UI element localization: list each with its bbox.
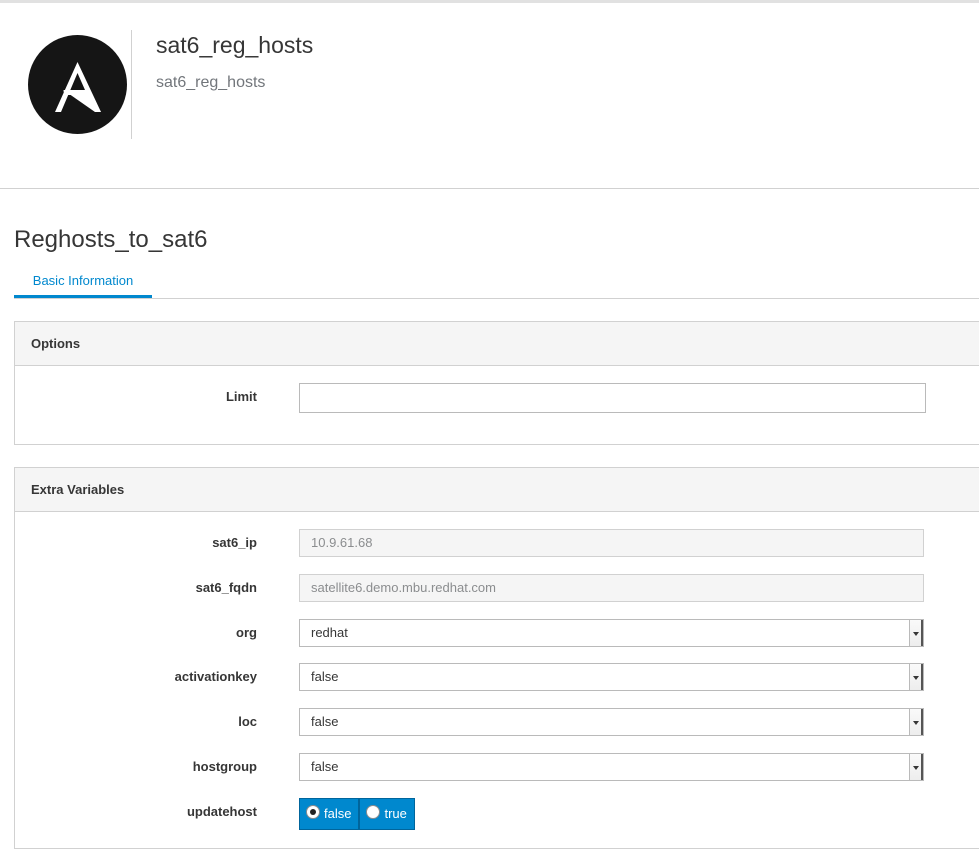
chevron-down-icon[interactable] bbox=[909, 620, 923, 646]
activationkey-label: activationkey bbox=[174, 669, 257, 684]
loc-select-value: false bbox=[311, 714, 339, 729]
org-select[interactable]: redhat bbox=[299, 619, 924, 647]
ansible-logo-icon bbox=[28, 35, 127, 134]
updatehost-option-false[interactable]: false bbox=[299, 798, 360, 830]
updatehost-label: updatehost bbox=[186, 804, 257, 819]
limit-input[interactable] bbox=[299, 383, 926, 413]
hostgroup-select-value: false bbox=[311, 759, 339, 774]
updatehost-option-true[interactable]: true bbox=[359, 798, 415, 830]
sat6-fqdn-field: satellite6.demo.mbu.redhat.com bbox=[299, 574, 924, 602]
updatehost-option-false-label: false bbox=[324, 806, 352, 821]
extra-variables-panel: Extra Variables sat6_ip 10.9.61.68 sat6_… bbox=[14, 467, 979, 849]
options-panel: Options Limit bbox=[14, 321, 979, 445]
org-select-value: redhat bbox=[311, 625, 348, 640]
radio-unchecked-icon[interactable] bbox=[366, 805, 381, 819]
sat6-fqdn-row: sat6_fqdn satellite6.demo.mbu.redhat.com bbox=[15, 574, 979, 602]
header-title: sat6_reg_hosts bbox=[156, 32, 314, 58]
extra-variables-heading: Extra Variables bbox=[15, 468, 979, 512]
sat6-ip-field: 10.9.61.68 bbox=[299, 529, 924, 557]
hostgroup-label: hostgroup bbox=[192, 759, 257, 774]
hostgroup-select[interactable]: false bbox=[299, 753, 924, 781]
hostgroup-row: hostgroup false bbox=[15, 753, 979, 781]
tab-basic-information[interactable]: Basic Information bbox=[14, 268, 152, 298]
sat6-ip-row: sat6_ip 10.9.61.68 bbox=[15, 529, 979, 557]
limit-row: Limit bbox=[15, 383, 979, 413]
chevron-down-icon[interactable] bbox=[909, 754, 923, 780]
options-heading: Options bbox=[15, 322, 979, 366]
tab-bar: Basic Information bbox=[14, 268, 979, 299]
header: sat6_reg_hosts sat6_reg_hosts bbox=[0, 3, 979, 189]
org-label: org bbox=[236, 625, 257, 640]
updatehost-row: updatehost false true bbox=[15, 798, 979, 830]
sat6-fqdn-label: sat6_fqdn bbox=[195, 580, 257, 595]
header-divider bbox=[131, 30, 132, 139]
sat6-ip-label: sat6_ip bbox=[212, 535, 257, 550]
chevron-down-icon[interactable] bbox=[909, 709, 923, 735]
org-row: org redhat bbox=[15, 619, 979, 647]
activationkey-row: activationkey false bbox=[15, 663, 979, 691]
activationkey-select[interactable]: false bbox=[299, 663, 924, 691]
limit-label: Limit bbox=[225, 389, 257, 404]
updatehost-option-true-label: true bbox=[384, 806, 407, 821]
header-subtitle: sat6_reg_hosts bbox=[156, 74, 266, 91]
chevron-down-icon[interactable] bbox=[909, 664, 923, 690]
updatehost-radio-group: false true bbox=[299, 798, 415, 830]
loc-label: loc bbox=[238, 714, 257, 729]
activationkey-select-value: false bbox=[311, 669, 339, 684]
radio-checked-icon[interactable] bbox=[306, 805, 320, 819]
loc-row: loc false bbox=[15, 708, 979, 736]
loc-select[interactable]: false bbox=[299, 708, 924, 736]
page-title: Reghosts_to_sat6 bbox=[14, 226, 208, 253]
